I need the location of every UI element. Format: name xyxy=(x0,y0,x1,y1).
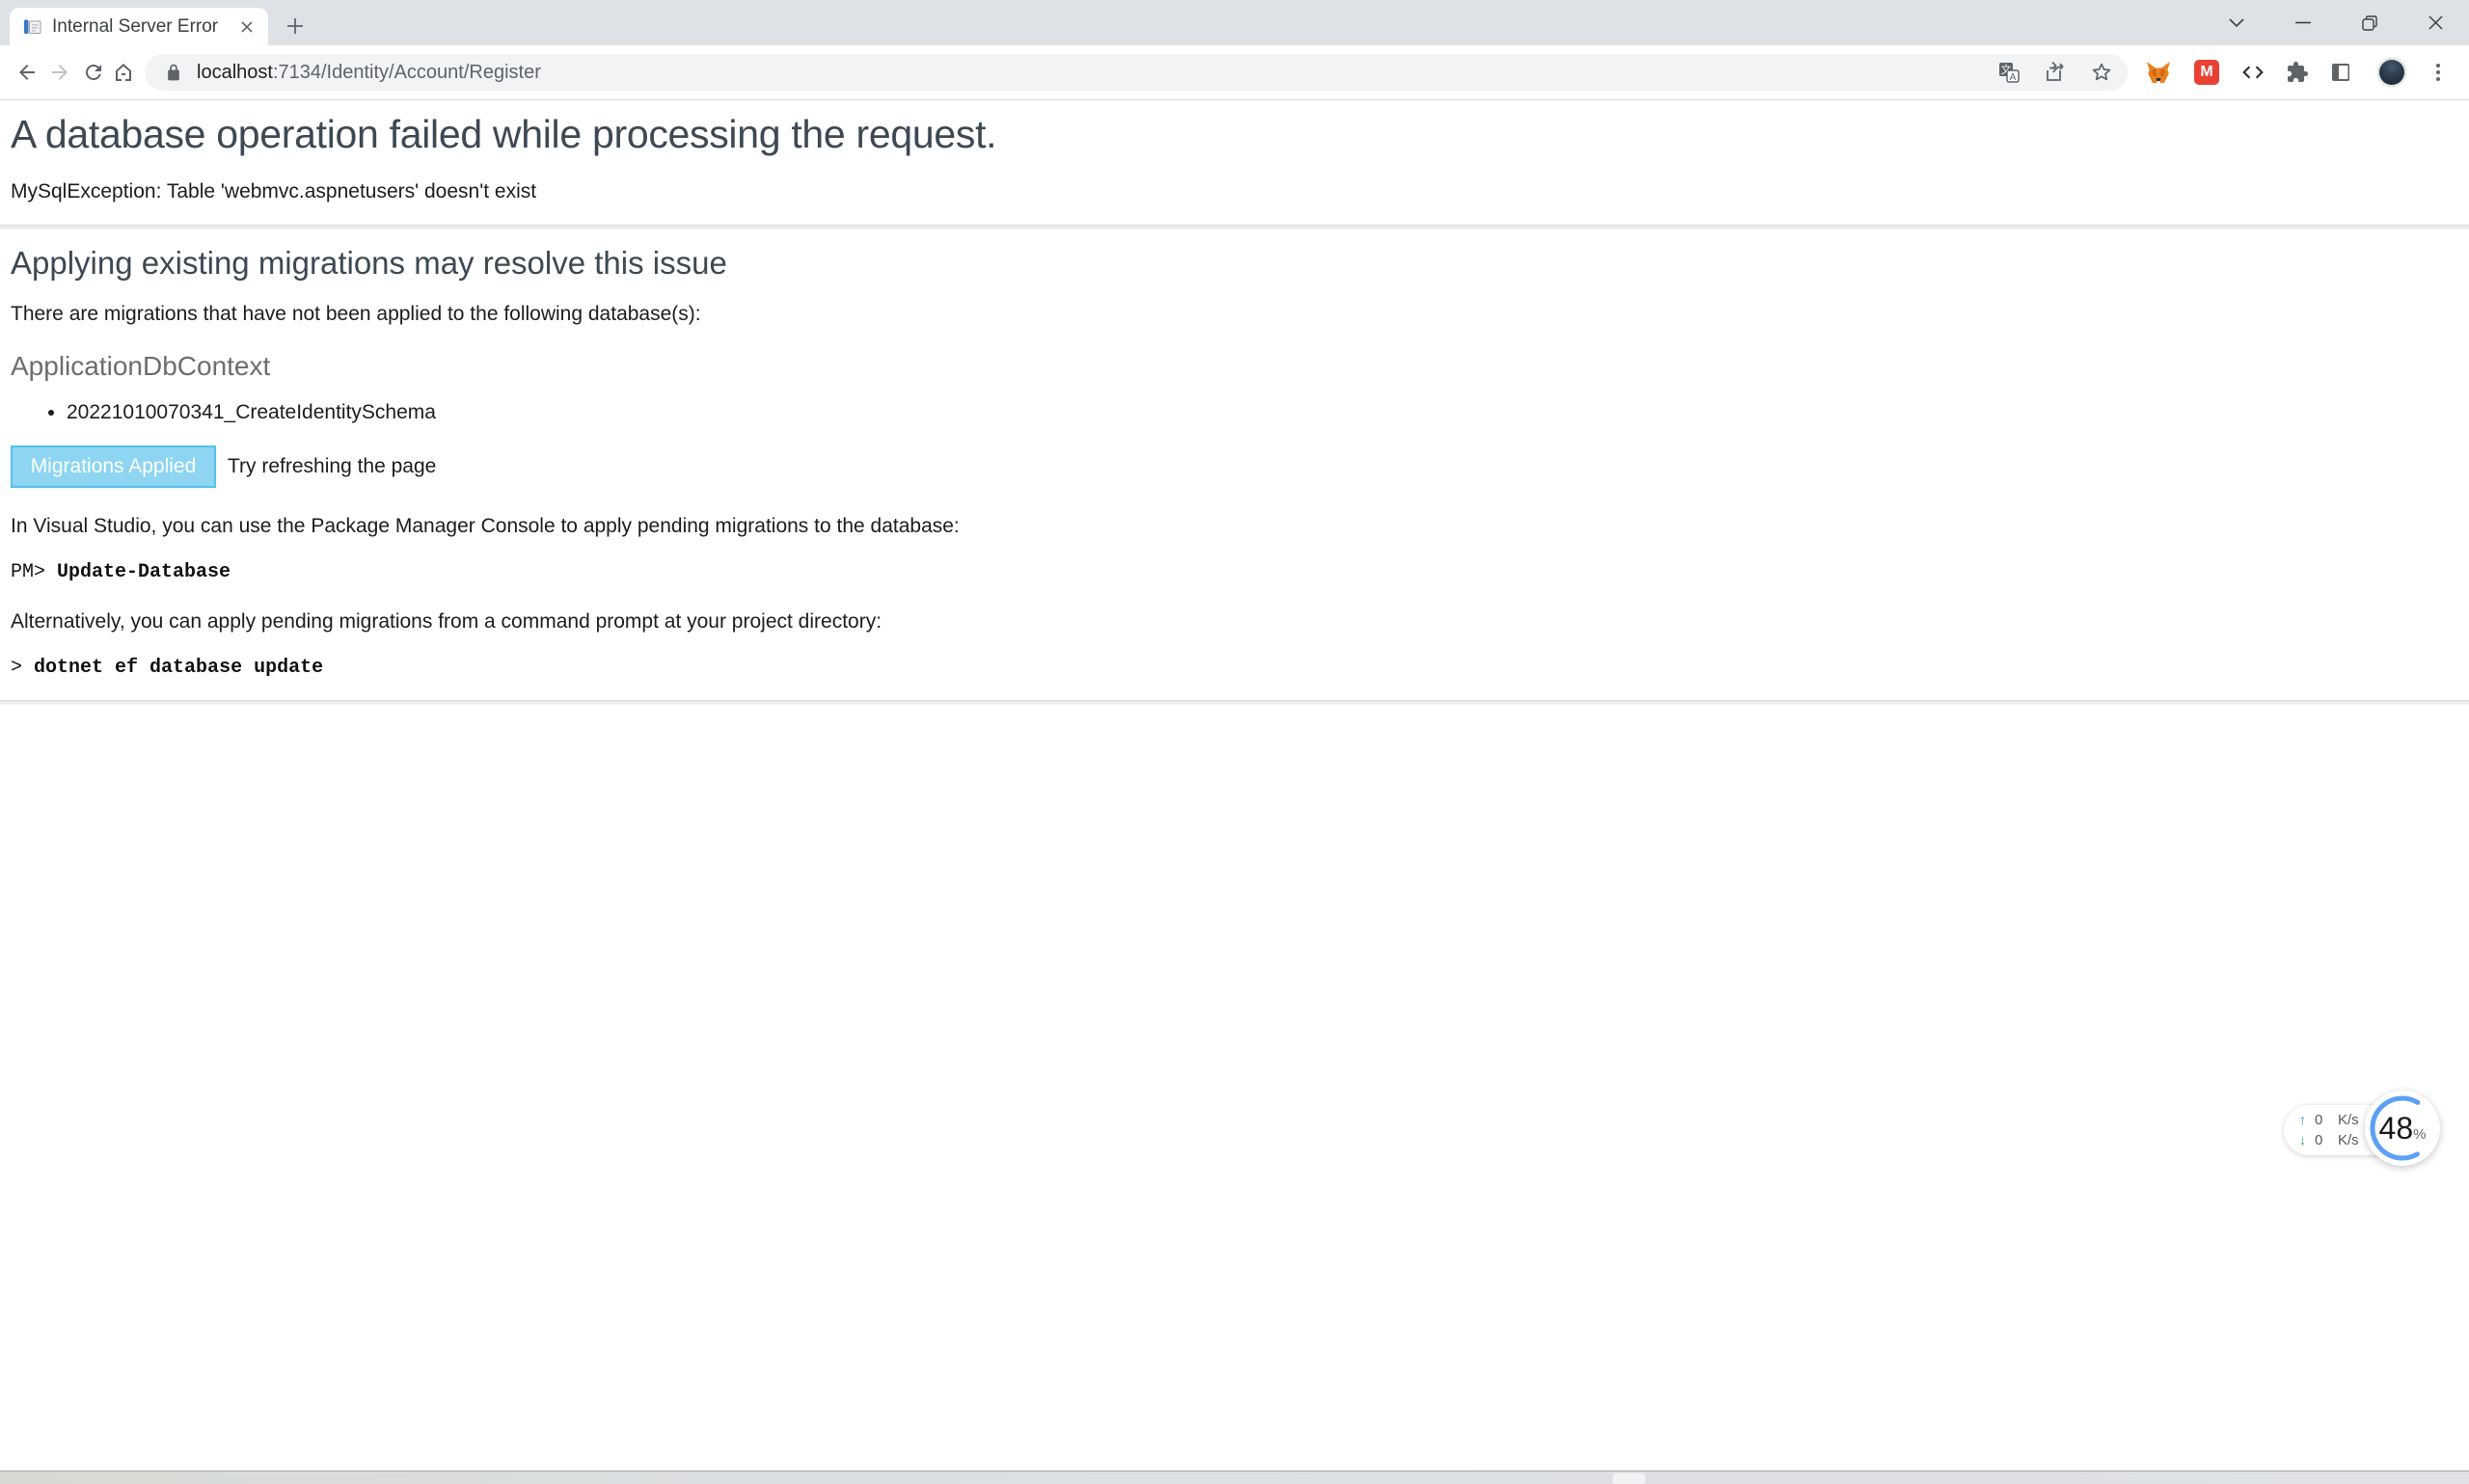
bookmark-star-icon[interactable] xyxy=(2085,56,2118,89)
tab-close-icon[interactable] xyxy=(235,15,258,39)
cli-command-line: > dotnet ef database update xyxy=(11,657,2457,679)
new-tab-button[interactable] xyxy=(278,9,312,43)
url-host: localhost xyxy=(197,62,273,83)
download-value: 0 xyxy=(2315,1131,2332,1149)
svg-text:A: A xyxy=(2010,72,2017,83)
pm-console-command: PM> Update-Database xyxy=(11,561,2457,583)
cli-command: dotnet ef database update xyxy=(34,657,323,679)
minimize-button[interactable] xyxy=(2269,0,2336,45)
home-button[interactable] xyxy=(107,56,140,89)
tab-title: Internal Server Error xyxy=(52,16,235,38)
migrations-heading: Applying existing migrations may resolve… xyxy=(11,245,2457,282)
tab-search-chevron-icon[interactable] xyxy=(2203,0,2269,45)
close-window-button[interactable] xyxy=(2402,0,2469,45)
browser-window: Internal Server Error xyxy=(0,0,2469,1484)
avatar-image xyxy=(2377,58,2406,87)
restore-button[interactable] xyxy=(2336,0,2402,45)
db-context-name: ApplicationDbContext xyxy=(11,351,2457,382)
translate-icon[interactable]: 文 A xyxy=(1993,56,2025,89)
tab-strip: Internal Server Error xyxy=(0,0,2469,45)
upload-arrow-icon: ↑ xyxy=(2299,1111,2315,1129)
url-text: localhost:7134/Identity/Account/Register xyxy=(197,62,541,84)
lock-icon[interactable] xyxy=(164,63,183,82)
page-favicon-icon xyxy=(23,17,42,37)
divider xyxy=(0,225,2469,229)
omnibox-actions: 文 A xyxy=(1993,54,2118,91)
reload-button[interactable] xyxy=(77,56,110,89)
gmail-m-letter: M xyxy=(2194,60,2219,85)
back-button[interactable] xyxy=(11,56,43,89)
percent-ring[interactable]: 48% xyxy=(2365,1091,2440,1166)
divider xyxy=(0,700,2469,705)
taskbar-sliver xyxy=(0,1471,2469,1484)
exception-message: MySqlException: Table 'webmvc.aspnetuser… xyxy=(11,180,2457,203)
page-title: A database operation failed while proces… xyxy=(11,112,2457,157)
download-unit: K/s xyxy=(2338,1131,2359,1149)
pm-command: Update-Database xyxy=(57,561,231,583)
forward-button[interactable] xyxy=(43,56,76,89)
apply-migrations-button[interactable]: Migrations Applied xyxy=(11,445,216,488)
download-arrow-icon: ↓ xyxy=(2299,1131,2315,1149)
cli-prompt: > xyxy=(11,657,22,679)
migrations-intro: There are migrations that have not been … xyxy=(11,303,2457,326)
upload-value: 0 xyxy=(2315,1111,2332,1129)
address-bar[interactable]: localhost:7134/Identity/Account/Register… xyxy=(145,54,2128,91)
puzzle-extensions-icon[interactable] xyxy=(2281,56,2314,89)
upload-unit: K/s xyxy=(2338,1111,2359,1129)
apply-migrations-row: Migrations Applied Try refreshing the pa… xyxy=(11,445,2457,488)
gmail-m-icon[interactable]: M xyxy=(2190,56,2223,89)
code-icon[interactable] xyxy=(2237,56,2269,89)
migrations-list: 20221010070341_CreateIdentitySchema xyxy=(11,401,2457,424)
url-path: :7134/Identity/Account/Register xyxy=(273,62,541,83)
browser-tab[interactable]: Internal Server Error xyxy=(10,8,268,45)
metamask-fox-icon[interactable] xyxy=(2142,56,2175,89)
visual-studio-text: In Visual Studio, you can use the Packag… xyxy=(11,515,2457,538)
cli-text: Alternatively, you can apply pending mig… xyxy=(11,610,2457,634)
side-panel-icon[interactable] xyxy=(2324,56,2357,89)
migration-item: 20221010070341_CreateIdentitySchema xyxy=(67,401,2457,424)
percent-label: 48% xyxy=(2379,1111,2427,1147)
browser-toolbar: localhost:7134/Identity/Account/Register… xyxy=(0,45,2469,100)
window-controls xyxy=(2203,0,2469,45)
taskbar-button-highlight xyxy=(1613,1473,1645,1484)
kebab-menu-icon[interactable] xyxy=(2422,56,2455,89)
profile-avatar[interactable] xyxy=(2375,56,2408,89)
network-monitor-widget[interactable]: ↑ 0 K/s ↓ 0 K/s 48% xyxy=(2284,1091,2440,1168)
pm-prompt: PM> xyxy=(11,561,45,583)
error-page-content: A database operation failed while proces… xyxy=(0,100,2469,705)
refresh-hint: Try refreshing the page xyxy=(228,455,436,478)
percent-value: 48 xyxy=(2379,1111,2414,1147)
share-icon[interactable] xyxy=(2039,56,2072,89)
percent-sign: % xyxy=(2413,1126,2426,1143)
